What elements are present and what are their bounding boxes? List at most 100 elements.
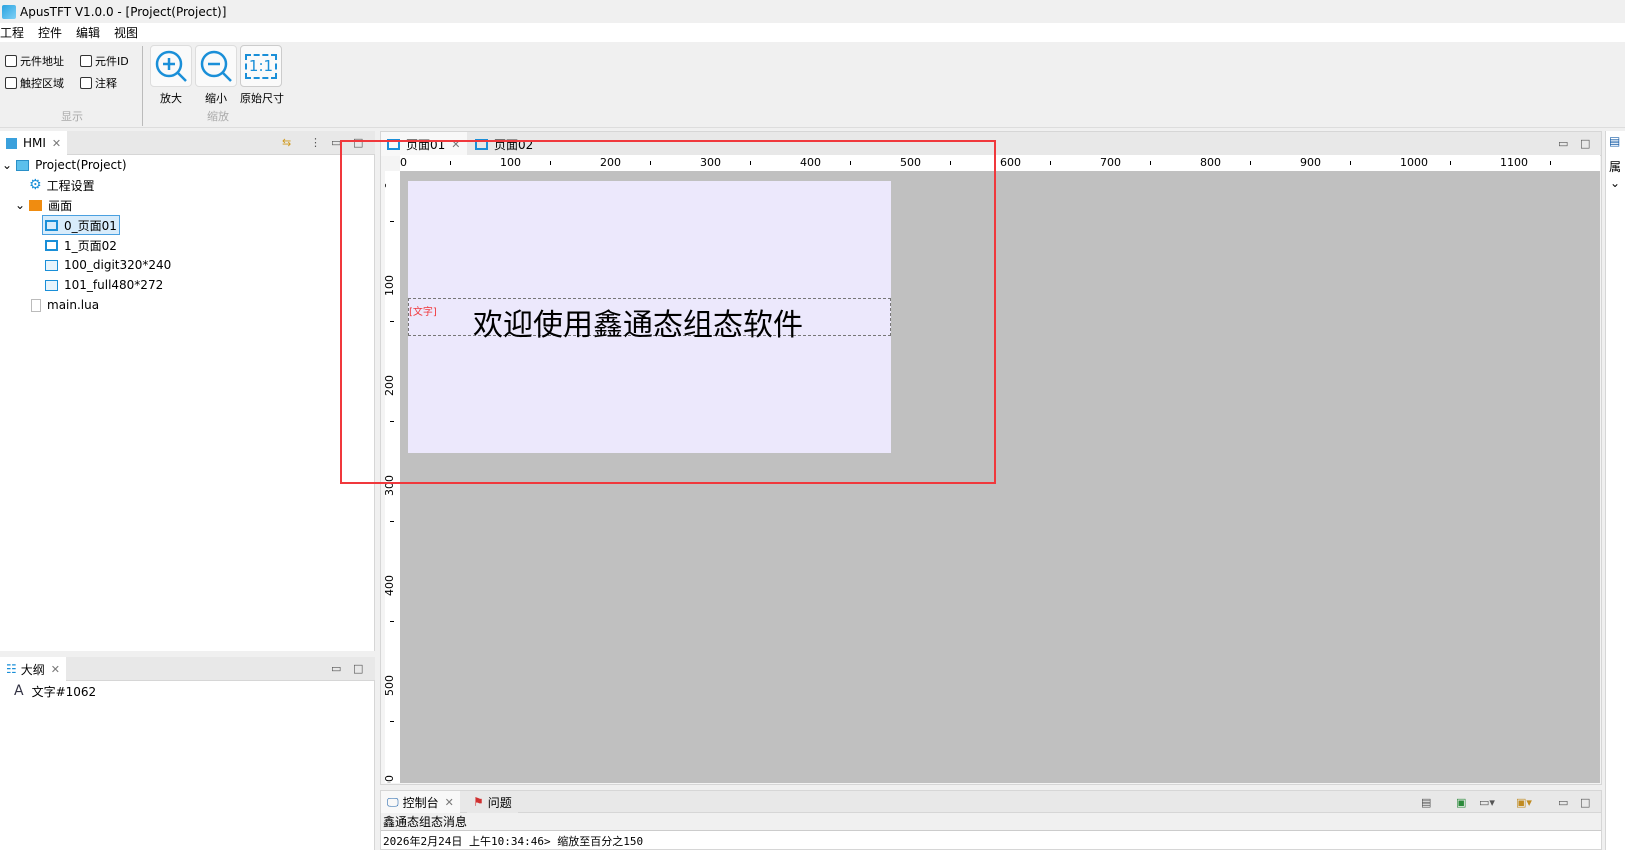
keyboard-page-icon [45, 259, 58, 271]
menu-project[interactable]: 工程 [0, 24, 24, 41]
outline-panel-header: ☷ 大纲 ✕ ▭ □ [0, 657, 375, 681]
zoom-out-icon [200, 50, 232, 82]
hmi-panel: HMI ✕ ⇆ ⋮ ▭ □ ⌄ Project(Project) ⚙ 工程设置 ⌄ 画面… [0, 131, 375, 651]
maximize-icon[interactable]: □ [1580, 796, 1590, 809]
highlight-rectangle [340, 140, 996, 484]
chevron-down-icon[interactable]: ⌄ [1610, 176, 1620, 190]
minimize-icon[interactable]: ▭ [1558, 796, 1568, 809]
tab-console[interactable]: 🖵 控制台 ✕ [381, 791, 460, 813]
tree-item-page01[interactable]: 0_页面01 [42, 215, 120, 235]
ruler-tick [1050, 161, 1051, 165]
console-log: 2026年2月24日 上午10:34:46> 缩放至百分之150 [383, 835, 644, 848]
ruler-tick [390, 721, 394, 722]
minimize-icon[interactable]: ▭ [331, 662, 341, 675]
page-icon [45, 239, 58, 251]
chevron-down-icon[interactable]: ⌄ [2, 158, 12, 172]
view-menu-icon[interactable]: ⋮ [310, 136, 321, 149]
tree-item-screens[interactable]: ⌄ 画面 [15, 195, 72, 215]
console-panel: 🖵 控制台 ✕ ⚑ 问题 ▤ ▣ ▭▾ ▣▾ ▭ □ 鑫通态组态消息 2026年2月2… [380, 790, 1602, 850]
tab-label: HMI [23, 136, 46, 150]
ruler-label: 800 [1200, 156, 1221, 169]
text-icon: A [14, 683, 24, 699]
tab-problems[interactable]: ⚑ 问题 [467, 791, 518, 813]
tree-label: 画面 [48, 198, 73, 213]
app-logo-icon [2, 4, 16, 19]
hmi-panel-header: HMI ✕ ⇆ ⋮ ▭ □ [0, 131, 375, 155]
tree-item-project[interactable]: ⌄ Project(Project) [2, 155, 127, 175]
properties-panel: ▤ 属 ⌄ [1605, 131, 1625, 850]
outline-icon: ☷ [6, 662, 17, 676]
ruler-tick [1150, 161, 1151, 165]
tree-item-full[interactable]: 101_full480*272 [45, 275, 163, 295]
display-console-icon[interactable]: ▭▾ [1479, 796, 1495, 809]
ruler-label: 700 [1100, 156, 1121, 169]
maximize-icon[interactable]: □ [353, 662, 363, 675]
one-to-one-icon: 1:1 [244, 53, 278, 79]
close-icon[interactable]: ✕ [445, 796, 454, 809]
tree-item-digit[interactable]: 100_digit320*240 [45, 255, 171, 275]
ruler-label: 500 [385, 675, 396, 696]
tab-hmi[interactable]: HMI ✕ [0, 131, 68, 155]
menu-bar: 工程 控件 编辑 视图 [0, 23, 1625, 42]
tab-label: 问题 [487, 795, 512, 810]
ruler-tick [390, 621, 394, 622]
zoom-in-label: 放大 [160, 92, 182, 105]
tree-label: 0_页面01 [64, 218, 117, 233]
tree-item-page02[interactable]: 1_页面02 [45, 235, 117, 255]
properties-icon[interactable]: ▤ [1609, 134, 1620, 148]
zoom-in-icon [155, 50, 187, 82]
tree-label: 文字#1062 [31, 684, 97, 699]
window-icon [6, 137, 17, 149]
tree-label: 工程设置 [46, 178, 95, 193]
console-icon: 🖵 [387, 794, 399, 809]
original-size-label: 原始尺寸 [240, 92, 284, 105]
chevron-down-icon[interactable]: ⌄ [15, 198, 25, 212]
pin-console-icon[interactable]: ▣ [1456, 796, 1466, 809]
tree-label: 101_full480*272 [64, 278, 164, 292]
original-size-button[interactable]: 1:1 [240, 45, 282, 87]
zoom-out-label: 缩小 [205, 92, 227, 105]
ruler-label: 1000 [1400, 156, 1428, 169]
zoom-in-button[interactable] [150, 45, 192, 87]
menu-edit[interactable]: 编辑 [76, 24, 100, 41]
outline-panel: ☷ 大纲 ✕ ▭ □ A 文字#1062 [0, 657, 375, 850]
checkbox-touch-area[interactable]: 触控区域 [5, 75, 64, 91]
maximize-icon[interactable]: □ [1580, 137, 1590, 150]
problems-icon: ⚑ [473, 795, 484, 809]
zoom-out-button[interactable] [195, 45, 237, 87]
tree-item-settings[interactable]: ⚙ 工程设置 [29, 175, 95, 195]
clear-console-icon[interactable]: ▤ [1421, 796, 1431, 809]
menu-view[interactable]: 视图 [114, 24, 138, 41]
keyboard-page-icon [45, 279, 58, 291]
tree-label: 100_digit320*240 [64, 258, 172, 272]
checkbox-label: 触控区域 [20, 77, 64, 90]
ruler-tick [390, 521, 394, 522]
title-bar: ApusTFT V1.0.0 - [Project(Project)] [0, 0, 1625, 23]
folder-icon [29, 199, 43, 211]
checkbox-element-id[interactable]: 元件ID [80, 53, 129, 69]
ruler-tick [1250, 161, 1251, 165]
checkbox-comment[interactable]: 注释 [80, 75, 117, 91]
tab-label: 大纲 [20, 662, 45, 677]
toolbar: 元件地址 元件ID 触控区域 注释 显示 放大 缩小 1:1 原始尺寸 缩放 [0, 42, 1625, 128]
tab-outline[interactable]: ☷ 大纲 ✕ [0, 657, 66, 681]
open-console-icon[interactable]: ▣▾ [1516, 796, 1532, 809]
ruler-label: 900 [1300, 156, 1321, 169]
tree-label: 1_页面02 [64, 238, 117, 253]
outline-item-text[interactable]: A 文字#1062 [14, 681, 96, 701]
link-editor-icon[interactable]: ⇆ [282, 136, 291, 149]
page-icon [45, 219, 58, 231]
close-icon[interactable]: ✕ [52, 137, 61, 150]
ruler-label: 600 [1000, 156, 1021, 169]
ruler-label: 600 [385, 775, 396, 783]
properties-label: 属 [1609, 160, 1622, 174]
checkbox-label: 元件地址 [20, 55, 64, 68]
tree-item-main-lua[interactable]: main.lua [31, 295, 99, 315]
project-icon [16, 159, 30, 171]
console-header: 鑫通态组态消息 [381, 813, 1601, 831]
close-icon[interactable]: ✕ [51, 663, 60, 676]
minimize-icon[interactable]: ▭ [1558, 137, 1568, 150]
menu-controls[interactable]: 控件 [38, 24, 62, 41]
ruler-tick [1350, 161, 1351, 165]
checkbox-element-address[interactable]: 元件地址 [5, 53, 64, 69]
